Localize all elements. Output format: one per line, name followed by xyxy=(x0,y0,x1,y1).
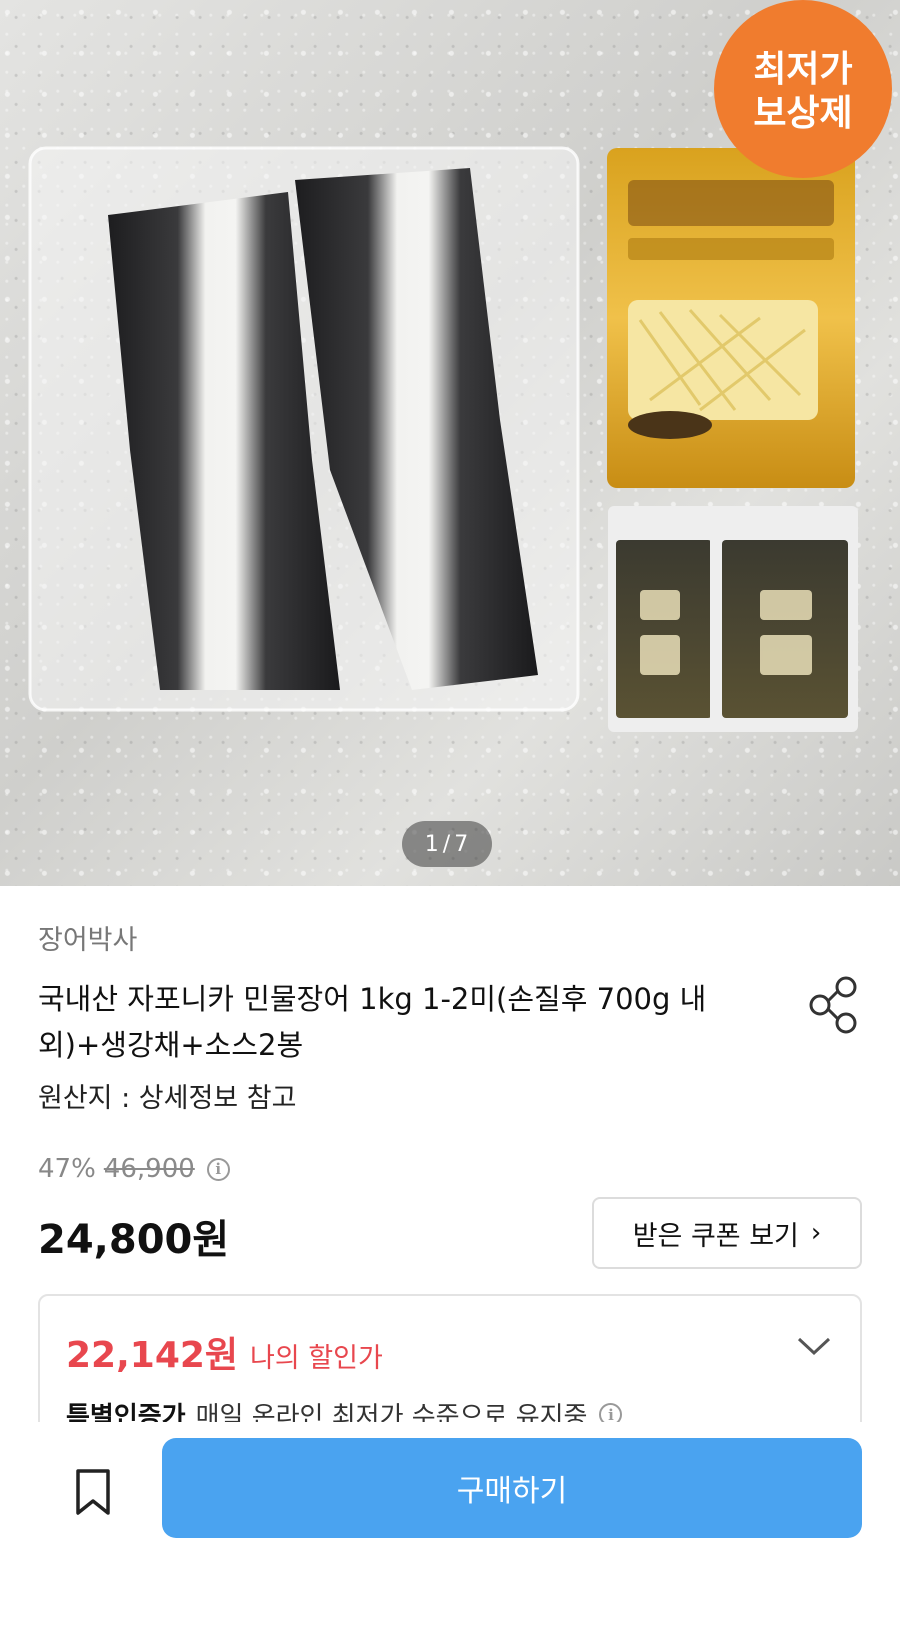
discount-row: 47% 46,900 i xyxy=(38,1154,230,1184)
badge-line2: 보상제 xyxy=(753,93,853,134)
coupon-button-label: 받은 쿠폰 보기 xyxy=(632,1220,799,1252)
info-icon[interactable]: i xyxy=(206,1157,230,1181)
chevron-right-icon: › xyxy=(810,1218,822,1248)
seller-name[interactable]: 장어박사 xyxy=(38,918,137,957)
discount-rate: 47% xyxy=(38,1154,96,1184)
my-price-label: 나의 할인가 xyxy=(250,1343,383,1374)
counter-current: 1 xyxy=(424,831,440,857)
product-title: 국내산 자포니카 민물장어 1kg 1-2미(손질후 700g 내외)+생강채+… xyxy=(38,982,707,1062)
product-image-carousel[interactable]: 최저가 보상제 1 / 7 xyxy=(0,0,900,886)
lowest-price-badge: 최저가 보상제 xyxy=(714,0,892,178)
original-price: 46,900 xyxy=(103,1154,195,1184)
coupon-view-button[interactable]: 받은 쿠폰 보기 › xyxy=(592,1197,862,1269)
counter-separator: / xyxy=(442,831,452,857)
image-counter: 1 / 7 xyxy=(402,821,492,867)
sale-price: 24,800원 xyxy=(38,1217,230,1263)
bookmark-icon[interactable] xyxy=(70,1467,116,1517)
badge-line1: 최저가 xyxy=(753,49,853,90)
counter-total: 7 xyxy=(454,831,470,857)
buy-button[interactable]: 구매하기 xyxy=(162,1438,862,1538)
bottom-action-bar: 구매하기 xyxy=(0,1422,900,1631)
share-icon[interactable] xyxy=(808,975,860,1035)
my-price-row: 22,142원 나의 할인가 xyxy=(66,1326,383,1378)
origin-info: 원산지 : 상세정보 참고 xyxy=(38,1083,297,1114)
my-price: 22,142원 xyxy=(66,1335,239,1376)
chevron-down-icon[interactable] xyxy=(796,1334,832,1358)
